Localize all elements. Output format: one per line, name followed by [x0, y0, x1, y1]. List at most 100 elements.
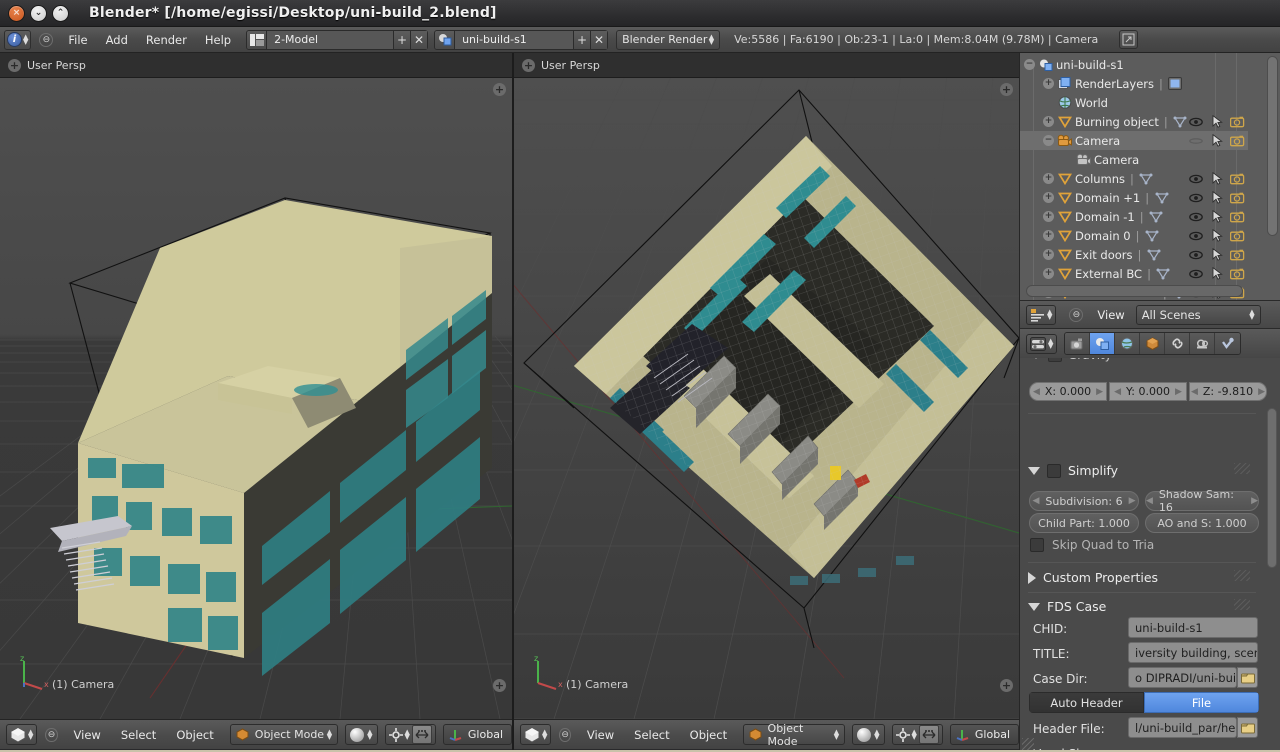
scene-name[interactable]: uni-build-s1 [455, 31, 573, 49]
viewport-right[interactable]: + User Persp + + z x (1) Camera [514, 53, 1019, 719]
collapse-menu-icon[interactable]: ⊖ [39, 33, 53, 47]
outliner-row-camera[interactable]: Camera [1020, 150, 1248, 169]
editor-type-selector[interactable]: ▲▼ [6, 724, 37, 745]
minimize-icon[interactable]: ⌄ [30, 5, 47, 22]
add-scene-button[interactable]: + [573, 31, 590, 49]
cursor-arrow-icon[interactable] [1207, 134, 1228, 147]
viewport-shading-dropdown[interactable]: ▲▼ [852, 724, 884, 745]
subdivision-field[interactable]: ◀ Subdivision: 6 ▶ [1029, 491, 1139, 511]
interaction-mode-dropdown[interactable]: Object Mode ▲▼ [230, 724, 338, 745]
footer-menu-view[interactable]: View [577, 728, 624, 742]
outliner-expander-toggle[interactable]: + [1043, 173, 1054, 184]
tab-object[interactable] [1140, 333, 1165, 354]
tab-scene[interactable] [1090, 333, 1115, 354]
outliner-expander-toggle[interactable]: − [1024, 59, 1035, 70]
camera-render-icon[interactable] [1227, 135, 1248, 147]
delete-scene-button[interactable]: ✕ [590, 31, 607, 49]
outliner-expander-toggle[interactable]: + [1043, 192, 1054, 203]
case-dir-input[interactable]: o DIPRADI/uni-build_par/ [1128, 667, 1237, 688]
collapse-menu-icon[interactable]: ⊖ [45, 728, 57, 742]
case-dir-browse-icon[interactable] [1237, 667, 1258, 688]
outliner-row-uni-build-s1[interactable]: −uni-build-s1 [1020, 55, 1248, 74]
viewport-right-corner-br-icon[interactable]: + [1000, 679, 1013, 692]
title-input[interactable]: iversity building, scenario 1 [1128, 642, 1258, 663]
footer-menu-select[interactable]: Select [624, 728, 679, 742]
gravity-y-field[interactable]: ◀ Y: 0.000 ▶ [1109, 382, 1187, 401]
footer-menu-view[interactable]: View [64, 728, 111, 742]
outliner-expander-toggle[interactable]: + [1043, 78, 1054, 89]
properties-editor-type-selector[interactable]: ▲▼ [1026, 334, 1057, 354]
manipulator-toggle-icon[interactable] [412, 725, 432, 744]
transform-orientation-dropdown[interactable]: Global [950, 724, 1019, 745]
outliner-row-columns[interactable]: +Columns| [1020, 169, 1248, 188]
pivot-point-controls[interactable]: ▲▼ [385, 724, 436, 745]
camera-render-icon[interactable] [1227, 268, 1248, 280]
outliner-row-external-bc[interactable]: +External BC| [1020, 264, 1248, 283]
transform-orientation-dropdown[interactable]: Global [443, 724, 512, 745]
menu-help[interactable]: Help [196, 33, 240, 47]
camera-render-icon[interactable] [1227, 249, 1248, 261]
outliner-horizontal-scrollbar[interactable] [1026, 285, 1243, 297]
tab-constraints[interactable] [1165, 333, 1190, 354]
add-screen-button[interactable]: + [393, 31, 410, 49]
menu-render[interactable]: Render [137, 33, 196, 47]
viewport-right-corner-tr-icon[interactable]: + [1000, 83, 1013, 96]
skip-quad-to-tria-row[interactable]: Skip Quad to Tria [1030, 538, 1154, 552]
outliner-row-domain-1[interactable]: +Domain -1| [1020, 207, 1248, 226]
outliner-expander-toggle[interactable]: + [1043, 230, 1054, 241]
outliner-expander-toggle[interactable]: + [1043, 211, 1054, 222]
camera-render-icon[interactable] [1227, 230, 1248, 242]
viewport-left[interactable]: + User Persp + + z x (1) Camera [0, 53, 512, 719]
properties-editor[interactable]: Gravity ◀ X: 0.000 ▶ ◀ Y: 0.000 ▶ [1019, 358, 1280, 752]
menu-add[interactable]: Add [97, 33, 137, 47]
footer-menu-object[interactable]: Object [680, 728, 737, 742]
manipulator-toggle-icon[interactable] [919, 725, 939, 744]
ao-and-ssao-field[interactable]: AO and S: 1.000 [1145, 513, 1259, 533]
fds-case-section-header[interactable]: FDS Case [1028, 599, 1106, 614]
outliner-row-domain-1[interactable]: +Domain +1| [1020, 188, 1248, 207]
outliner-expander-toggle[interactable]: − [1043, 135, 1054, 146]
viewport-left-corner-br-icon[interactable]: + [493, 679, 506, 692]
eye-icon[interactable] [1186, 136, 1207, 146]
custom-properties-section-header[interactable]: Custom Properties [1028, 570, 1158, 585]
properties-vertical-scrollbar[interactable] [1267, 408, 1277, 568]
gravity-x-field[interactable]: ◀ X: 0.000 ▶ [1029, 382, 1107, 401]
footer-menu-object[interactable]: Object [166, 728, 223, 742]
gravity-z-field[interactable]: ◀ Z: -9.810 ▶ [1189, 382, 1267, 401]
child-particles-field[interactable]: Child Part: 1.000 [1029, 513, 1139, 533]
eye-icon[interactable] [1186, 231, 1207, 241]
camera-render-icon[interactable] [1227, 192, 1248, 204]
collapse-menu-icon[interactable]: ⊖ [559, 728, 570, 742]
chid-input[interactable]: uni-build-s1 [1128, 617, 1258, 638]
viewport-left-corner-tr-icon[interactable]: + [493, 83, 506, 96]
outliner-display-mode-dropdown[interactable]: All Scenes ▲▼ [1136, 305, 1261, 325]
cursor-arrow-icon[interactable] [1207, 210, 1228, 223]
outliner-row-domain-0[interactable]: +Domain 0| [1020, 226, 1248, 245]
outliner[interactable]: −uni-build-s1+RenderLayers|World+Burning… [1019, 53, 1280, 300]
screen-layout-selector[interactable]: 2-Model + ✕ [246, 30, 428, 50]
cursor-arrow-icon[interactable] [1207, 229, 1228, 242]
delete-screen-button[interactable]: ✕ [410, 31, 427, 49]
gravity-checkbox[interactable] [1048, 358, 1062, 362]
header-source-toggle[interactable]: Auto Header File [1029, 692, 1259, 713]
interaction-mode-dropdown[interactable]: Object Mode ▲▼ [743, 724, 845, 745]
tab-physics[interactable] [1215, 333, 1240, 354]
cursor-arrow-icon[interactable] [1207, 115, 1228, 128]
camera-render-icon[interactable] [1227, 173, 1248, 185]
outliner-expander-toggle[interactable]: + [1043, 116, 1054, 127]
outliner-vertical-scrollbar[interactable] [1267, 56, 1278, 236]
simplify-checkbox[interactable] [1047, 464, 1061, 478]
outliner-editor-type-selector[interactable]: ▲▼ [1026, 305, 1056, 325]
expand-toolshelf-icon[interactable]: + [8, 59, 21, 72]
close-icon[interactable]: × [8, 5, 25, 22]
outliner-expander-toggle[interactable]: + [1043, 268, 1054, 279]
tab-world[interactable] [1115, 333, 1140, 354]
cursor-arrow-icon[interactable] [1207, 248, 1228, 261]
footer-menu-select[interactable]: Select [111, 728, 166, 742]
eye-icon[interactable] [1186, 250, 1207, 260]
outliner-row-camera[interactable]: −Camera [1020, 131, 1248, 150]
cursor-arrow-icon[interactable] [1207, 267, 1228, 280]
cursor-arrow-icon[interactable] [1207, 172, 1228, 185]
auto-header-button[interactable]: Auto Header [1029, 692, 1144, 713]
camera-render-icon[interactable] [1227, 211, 1248, 223]
